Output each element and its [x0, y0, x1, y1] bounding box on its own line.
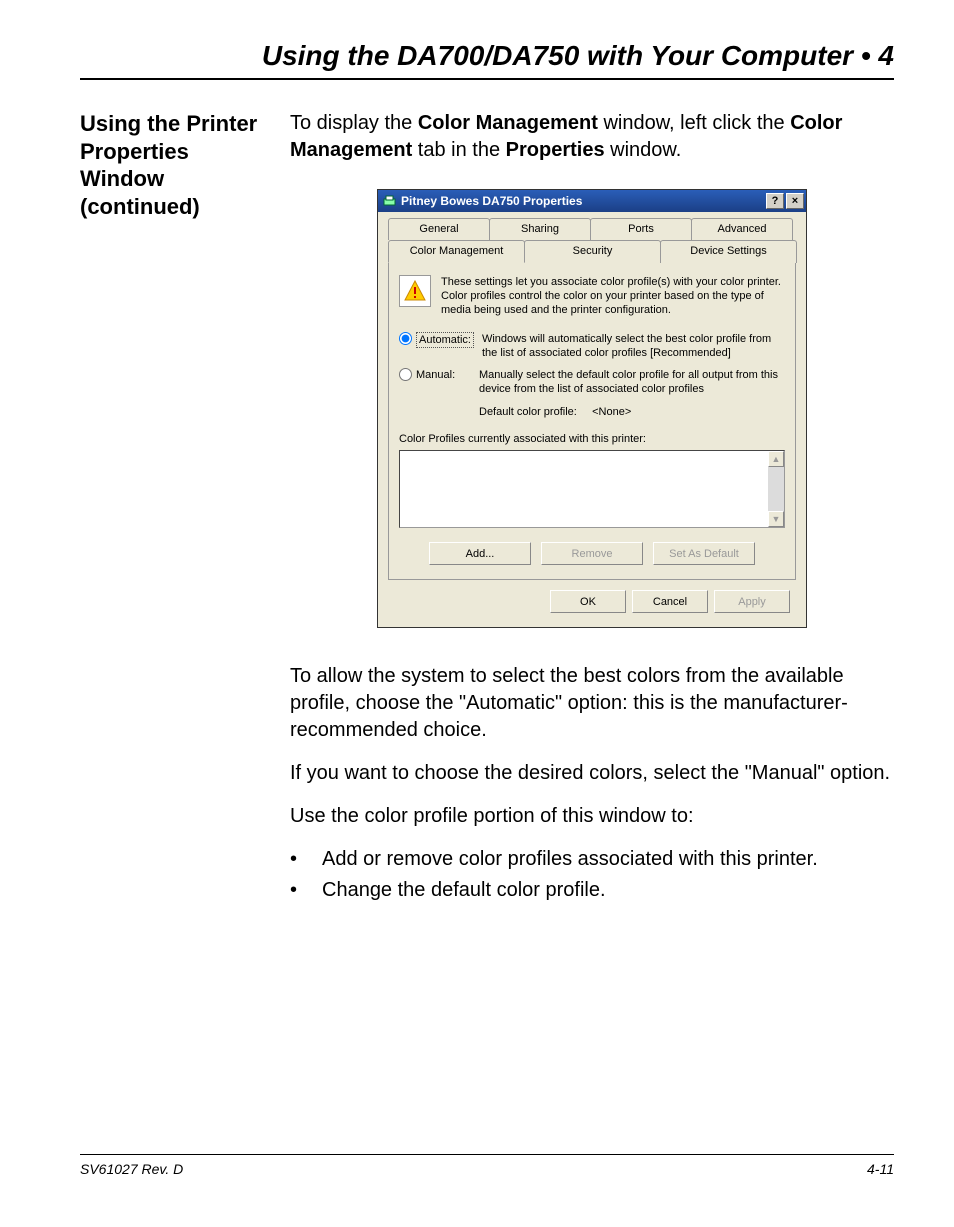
tab-panel: These settings let you associate color p… [388, 262, 796, 581]
add-button[interactable]: Add... [429, 542, 531, 565]
info-icon [399, 275, 431, 307]
radio-automatic[interactable] [399, 332, 412, 345]
section-heading: Using the Printer Properties Window (con… [80, 110, 260, 908]
page-footer: SV61027 Rev. D 4-11 [80, 1154, 894, 1177]
scroll-up-icon[interactable]: ▲ [768, 451, 784, 467]
radio-manual-desc: Manually select the default color profil… [479, 368, 785, 397]
set-default-button[interactable]: Set As Default [653, 542, 755, 565]
text: To display the [290, 112, 418, 134]
radio-manual[interactable] [399, 368, 412, 381]
list-item: •Add or remove color profiles associated… [290, 846, 894, 873]
tab-general[interactable]: General [388, 218, 490, 240]
bullet-text: Add or remove color profiles associated … [322, 846, 818, 873]
body-paragraph: To allow the system to select the best c… [290, 663, 894, 744]
default-profile-value: <None> [592, 406, 631, 418]
profiles-list-label: Color Profiles currently associated with… [399, 432, 785, 447]
radio-automatic-label: Automatic: [416, 332, 474, 349]
tab-security[interactable]: Security [524, 240, 661, 263]
printer-icon [382, 194, 396, 208]
info-text: These settings let you associate color p… [441, 275, 785, 318]
body-paragraph: If you want to choose the desired colors… [290, 760, 894, 787]
divider [80, 78, 894, 80]
titlebar: Pitney Bowes DA750 Properties ? × [378, 190, 806, 212]
scrollbar: ▲ ▼ [768, 451, 784, 527]
help-button[interactable]: ? [766, 193, 784, 209]
footer-right: 4-11 [867, 1161, 894, 1177]
radio-automatic-desc: Windows will automatically select the be… [482, 332, 785, 361]
default-profile: Default color profile: <None> [479, 405, 785, 420]
term: Color Management [418, 112, 598, 134]
remove-button[interactable]: Remove [541, 542, 643, 565]
default-profile-label: Default color profile: [479, 406, 577, 418]
tab-ports[interactable]: Ports [590, 218, 692, 240]
cancel-button[interactable]: Cancel [632, 590, 708, 613]
term: Properties [506, 139, 605, 161]
profiles-listbox[interactable]: ▲ ▼ [399, 450, 785, 528]
bullet-text: Change the default color profile. [322, 877, 606, 904]
bullet-list: •Add or remove color profiles associated… [290, 846, 894, 904]
text: tab in the [412, 139, 505, 161]
footer-left: SV61027 Rev. D [80, 1161, 183, 1177]
radio-manual-label: Manual: [416, 368, 455, 383]
chapter-title: Using the DA700/DA750 with Your Computer… [80, 40, 894, 72]
tab-sharing[interactable]: Sharing [489, 218, 591, 240]
close-button[interactable]: × [786, 193, 804, 209]
text: window, left click the [598, 112, 790, 134]
list-item: •Change the default color profile. [290, 877, 894, 904]
ok-button[interactable]: OK [550, 590, 626, 613]
apply-button[interactable]: Apply [714, 590, 790, 613]
properties-dialog: Pitney Bowes DA750 Properties ? × Genera… [377, 189, 807, 628]
intro-paragraph: To display the Color Management window, … [290, 110, 894, 164]
scroll-down-icon[interactable]: ▼ [768, 511, 784, 527]
tab-color-management[interactable]: Color Management [388, 240, 525, 263]
text: window. [605, 139, 682, 161]
tab-device-settings[interactable]: Device Settings [660, 240, 797, 263]
tab-advanced[interactable]: Advanced [691, 218, 793, 240]
body-paragraph: Use the color profile portion of this wi… [290, 803, 894, 830]
dialog-title: Pitney Bowes DA750 Properties [401, 193, 766, 209]
